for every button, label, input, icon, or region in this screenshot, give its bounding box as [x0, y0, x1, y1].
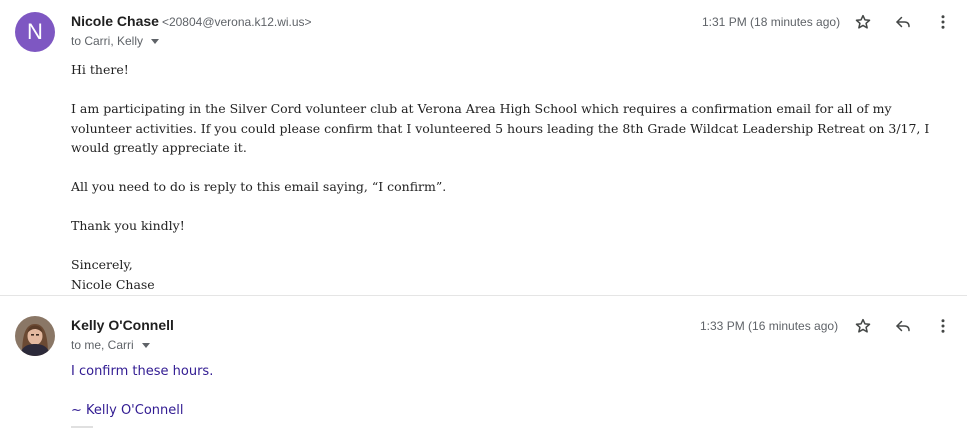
chevron-down-icon[interactable]	[151, 39, 160, 44]
message-time: 1:33 PM (16 minutes ago)	[700, 319, 839, 333]
reply-icon[interactable]	[891, 314, 915, 338]
signature: ~ Kelly O'Connell	[71, 403, 184, 418]
sender-avatar[interactable]	[15, 316, 55, 356]
recipients-line: to Carri, Kelly	[71, 34, 160, 48]
reply-icon[interactable]	[891, 10, 915, 34]
message-body: Hi there! I am participating in the Silv…	[71, 60, 946, 294]
signature: Nicole Chase	[71, 276, 155, 292]
chevron-down-icon[interactable]	[141, 343, 150, 348]
star-icon[interactable]	[851, 314, 875, 338]
recipients-text: to Carri, Kelly	[71, 34, 144, 48]
sender-name[interactable]: Nicole Chase	[71, 13, 159, 29]
sender-email: <20804@verona.k12.wi.us>	[161, 15, 312, 29]
body-paragraph: Thank you kindly!	[71, 218, 185, 233]
recipients-text: to me, Carri	[71, 338, 134, 352]
message-time: 1:31 PM (18 minutes ago)	[702, 15, 841, 29]
email-message-kelly: Kelly O'Connell to me, Carri 1:33 PM (16…	[0, 296, 967, 428]
sender-avatar[interactable]: N	[15, 12, 55, 52]
sender-line: Kelly O'Connell	[71, 317, 174, 335]
star-icon[interactable]	[851, 10, 875, 34]
greeting: Hi there!	[71, 62, 129, 77]
more-vert-icon[interactable]	[931, 10, 955, 34]
message-body: I confirm these hours. ~ Kelly O'Connell	[71, 364, 671, 424]
recipients-line: to me, Carri	[71, 338, 150, 352]
body-paragraph: All you need to do is reply to this emai…	[71, 179, 447, 194]
reply-line: I confirm these hours.	[71, 364, 214, 379]
more-vert-icon[interactable]	[931, 314, 955, 338]
closing: Sincerely,	[71, 257, 133, 272]
sender-name[interactable]: Kelly O'Connell	[71, 317, 174, 333]
sender-line: Nicole Chase <20804@verona.k12.wi.us>	[71, 13, 312, 31]
email-message-nicole: N Nicole Chase <20804@verona.k12.wi.us> t…	[0, 0, 967, 295]
body-paragraph: I am participating in the Silver Cord vo…	[71, 101, 930, 155]
